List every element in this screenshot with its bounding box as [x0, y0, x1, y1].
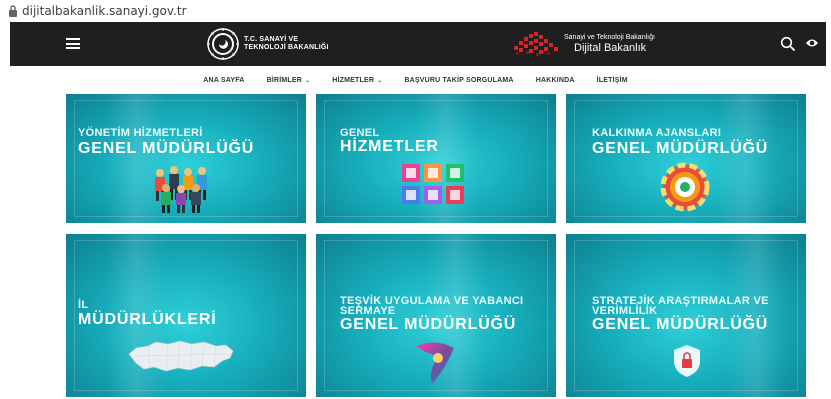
logo-line-2: TEKNOLOJİ BAKANLIĞI — [244, 44, 329, 51]
tile-line-2: GENEL MÜDÜRLÜĞÜ — [340, 316, 517, 333]
tile-line-1: İL — [78, 299, 89, 311]
tile-incentives-foreign-capital[interactable]: TEŞVİK UYGULAMA VE YABANCI SERMAYE GENEL… — [316, 234, 556, 397]
ministry-emblem-icon — [207, 28, 239, 60]
nav-item-home[interactable]: ANA SAYFA — [192, 77, 255, 84]
nav-item-contact[interactable]: İLETİŞİM — [586, 77, 639, 84]
eye-icon[interactable] — [805, 37, 819, 49]
tile-line-1: KALKINMA AJANSLARI — [592, 127, 722, 139]
hamburger-menu-icon[interactable] — [66, 38, 80, 49]
people-group-icon — [155, 166, 207, 213]
document-grid-icon — [402, 164, 464, 204]
main-nav: ANA SAYFA BİRİMLER ⌄ HİZMETLER ⌄ BAŞVURU T… — [0, 66, 831, 94]
nav-item-about[interactable]: HAKKINDA — [525, 77, 586, 84]
tile-line-1: GENEL — [340, 127, 380, 139]
tile-line-2: HİZMETLER — [340, 138, 439, 155]
tile-development-agencies[interactable]: KALKINMA AJANSLARI GENEL MÜDÜRLÜĞÜ — [566, 94, 806, 223]
tile-line-2: GENEL MÜDÜRLÜĞÜ — [78, 140, 255, 157]
tile-line-1b: SERMAYE — [340, 305, 396, 317]
tile-provincial-directorates[interactable]: İL MÜDÜRLÜKLERİ — [66, 234, 306, 397]
gradient-logo-icon — [416, 342, 454, 384]
chevron-down-icon: ⌄ — [377, 77, 383, 84]
site-header: T.C. SANAYİ VE TEKNOLOJİ BAKANLIĞI Sanay… — [10, 22, 826, 66]
search-icon[interactable] — [780, 36, 796, 52]
logo-line-1: T.C. SANAYİ VE — [244, 36, 299, 43]
lock-icon — [9, 5, 17, 17]
tile-line-2: GENEL MÜDÜRLÜĞÜ — [592, 140, 769, 157]
digital-logo-subtitle: Sanayi ve Teknoloji Bakanlığı — [564, 34, 655, 41]
digital-logo-title: Dijital Bakanlık — [574, 42, 647, 54]
digital-mark-icon — [514, 32, 558, 56]
tile-strategic-research[interactable]: STRATEJİK ARAŞTIRMALAR VE VERİMLİLİK GEN… — [566, 234, 806, 397]
digital-ministry-logo[interactable]: Sanayi ve Teknoloji Bakanlığı Dijital Ba… — [510, 28, 655, 60]
ministry-logo[interactable]: T.C. SANAYİ VE TEKNOLOJİ BAKANLIĞI — [206, 27, 329, 61]
turkey-map-icon — [128, 340, 234, 372]
nav-item-units[interactable]: BİRİMLER ⌄ — [256, 77, 322, 84]
tile-line-1b: VERİMLİLİK — [592, 305, 658, 317]
tile-line-2: GENEL MÜDÜRLÜĞÜ — [592, 316, 769, 333]
radial-chart-icon — [660, 162, 710, 212]
url-text[interactable]: dijitalbakanlik.sanayi.gov.tr — [22, 0, 187, 22]
browser-url-bar[interactable]: dijitalbakanlik.sanayi.gov.tr — [0, 0, 831, 22]
nav-item-application-tracking[interactable]: BAŞVURU TAKİP SORGULAMA — [393, 77, 524, 84]
tile-line-1: YÖNETİM HİZMETLERİ — [78, 127, 203, 139]
tile-management-services[interactable]: YÖNETİM HİZMETLERİ GENEL MÜDÜRLÜĞÜ — [66, 94, 306, 223]
security-lock-icon — [674, 345, 700, 377]
tile-general-services[interactable]: GENEL HİZMETLER — [316, 94, 556, 223]
tile-line-2: MÜDÜRLÜKLERİ — [78, 311, 217, 328]
nav-item-services[interactable]: HİZMETLER ⌄ — [321, 77, 393, 84]
chevron-down-icon: ⌄ — [305, 77, 311, 84]
